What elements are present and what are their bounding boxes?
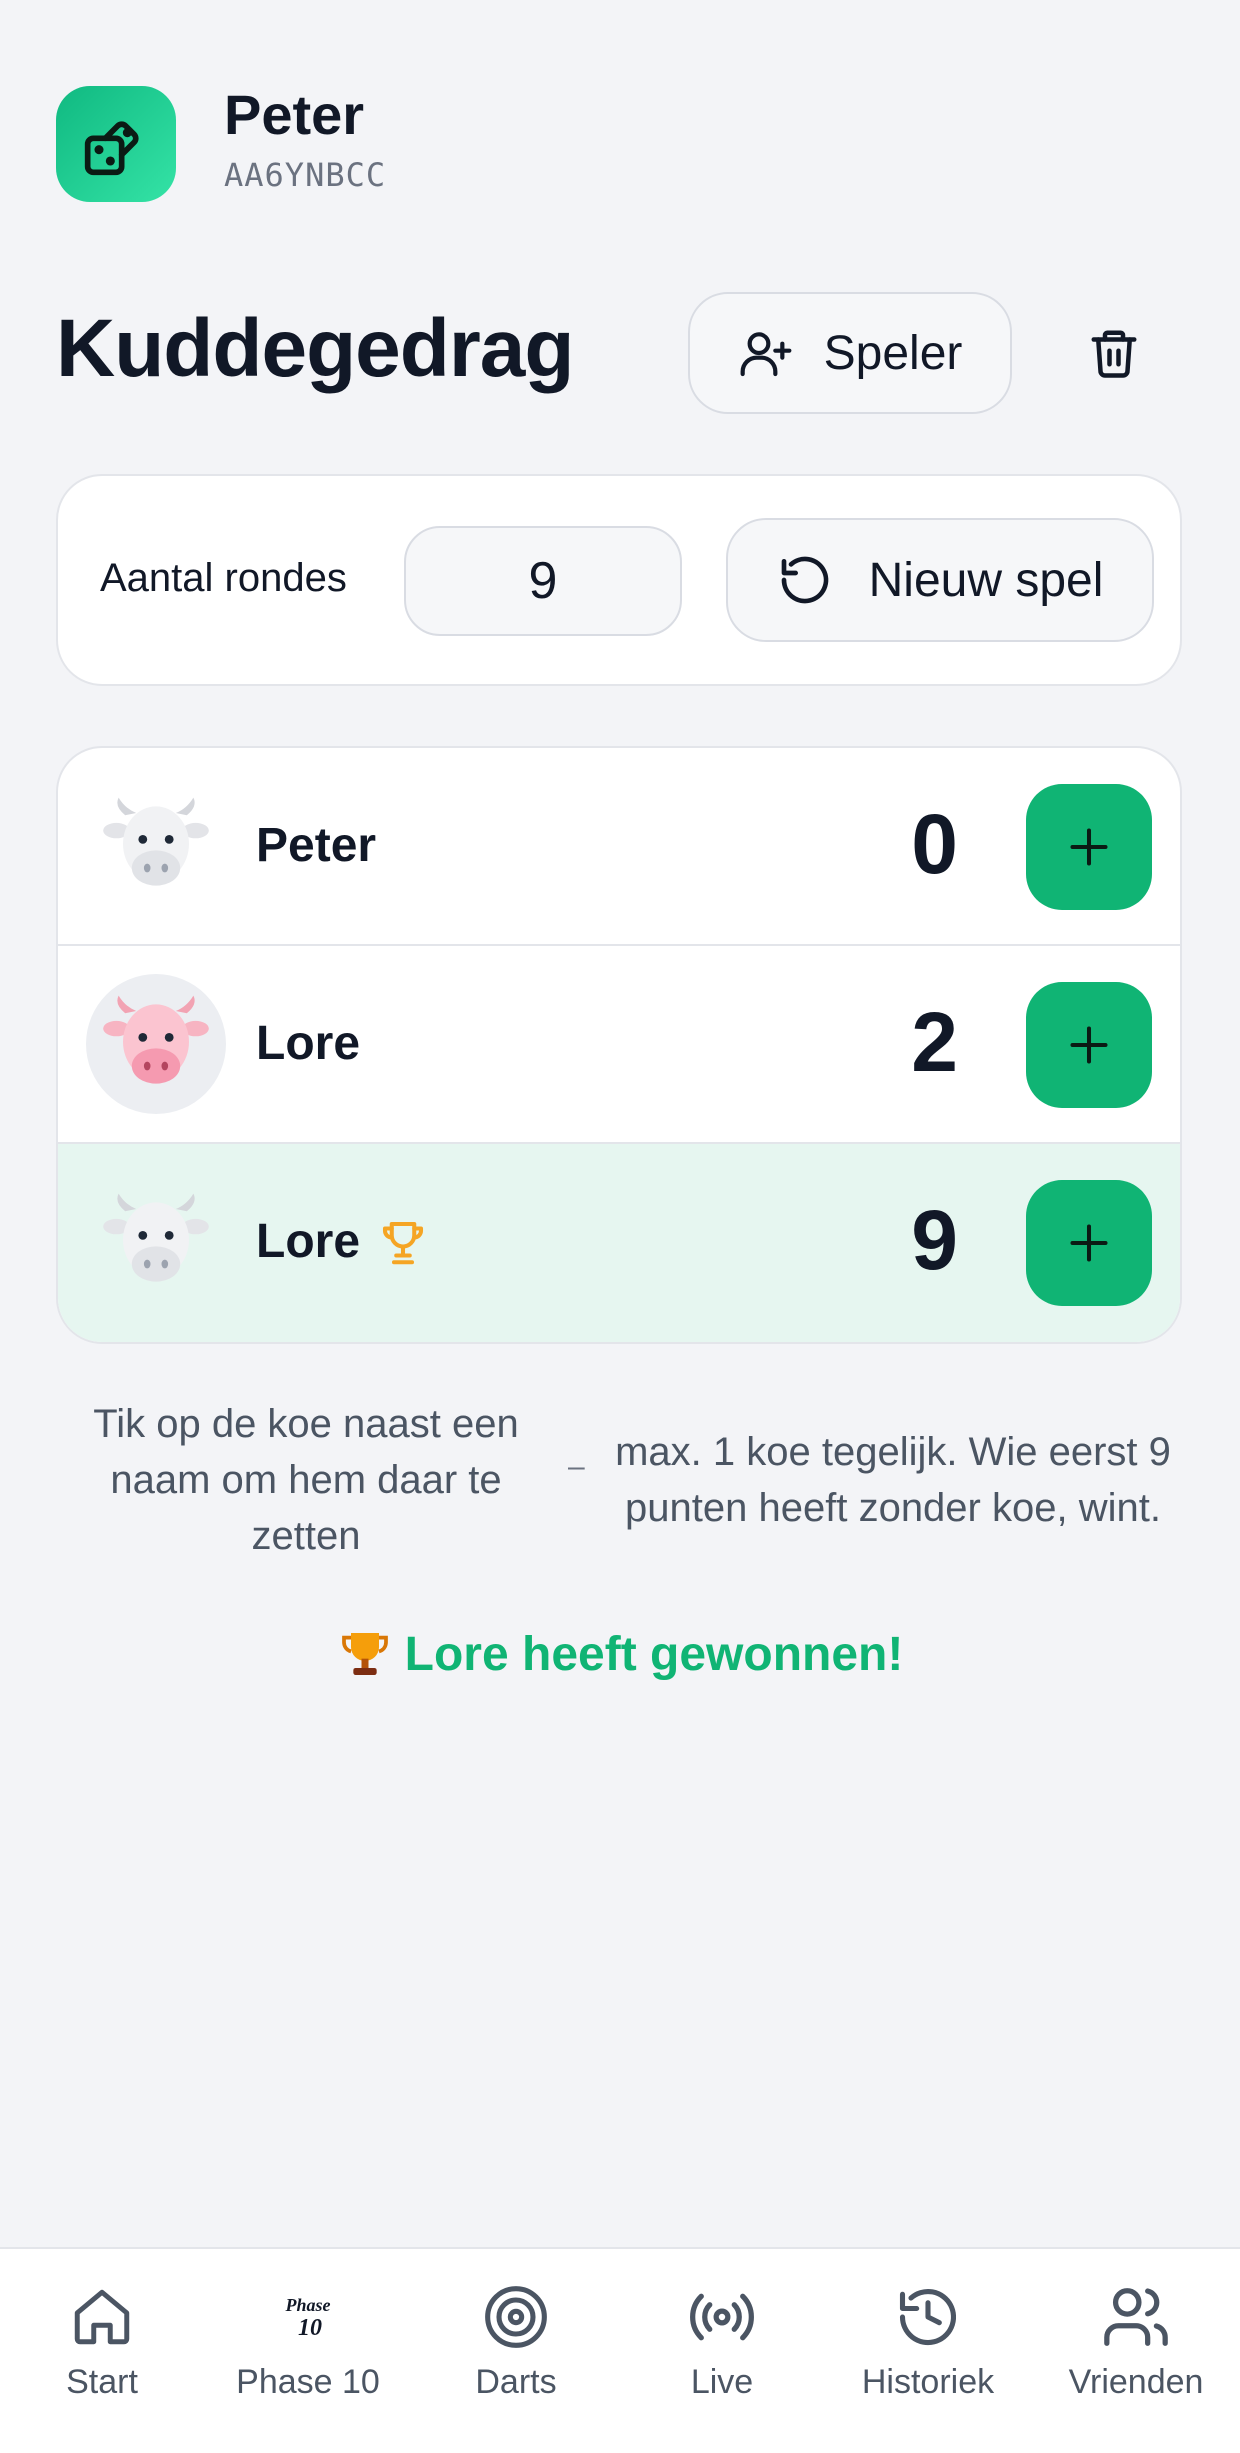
nav-label: Darts bbox=[475, 2363, 557, 2401]
player-name: Lore bbox=[256, 1017, 361, 1070]
hint-text: Tik op de koe naast een naam om hem daar… bbox=[93, 1402, 519, 1558]
broadcast-icon bbox=[684, 2279, 760, 2355]
cow-toggle-button[interactable] bbox=[86, 776, 226, 916]
nav-label: Live bbox=[690, 2363, 754, 2401]
user-name: Peter bbox=[224, 83, 365, 146]
nav-item-historiek[interactable]: Historiek bbox=[828, 2279, 1028, 2402]
add-player-button[interactable]: Speler bbox=[688, 292, 1012, 414]
svg-text:Phase: Phase bbox=[285, 2295, 331, 2315]
nav-item-phase10[interactable]: Phase 10 Phase 10 bbox=[208, 2279, 408, 2402]
trophy-icon bbox=[341, 1633, 388, 1675]
nav-label: Phase 10 bbox=[236, 2363, 380, 2401]
nav-item-live[interactable]: Live bbox=[622, 2279, 822, 2402]
add-point-button[interactable] bbox=[1026, 1180, 1152, 1306]
players-list: Peter 0 Lore 2 Lore 9 bbox=[56, 746, 1182, 1344]
add-point-button[interactable] bbox=[1026, 982, 1152, 1108]
plus-icon bbox=[1070, 1224, 1108, 1262]
nav-item-darts[interactable]: Darts bbox=[416, 2279, 616, 2402]
bottom-nav: Start Phase 10 Phase 10 Darts Live Histo… bbox=[0, 2247, 1240, 2453]
app-logo bbox=[56, 86, 176, 202]
player-row-winner: Lore 9 bbox=[58, 1144, 1180, 1342]
history-icon bbox=[890, 2279, 966, 2355]
white-cow-icon bbox=[103, 1193, 209, 1282]
svg-text:10: 10 bbox=[298, 2315, 322, 2341]
nav-label: Vrienden bbox=[1068, 2363, 1204, 2401]
target-icon bbox=[478, 2279, 554, 2355]
new-game-label: Nieuw spel bbox=[868, 553, 1104, 607]
new-game-button[interactable]: Nieuw spel bbox=[726, 518, 1154, 642]
hint-separator: – bbox=[568, 1450, 585, 1483]
delete-game-button[interactable] bbox=[1074, 318, 1154, 388]
plus-icon bbox=[1070, 828, 1108, 866]
add-point-button[interactable] bbox=[1026, 784, 1152, 910]
white-cow-icon bbox=[103, 797, 209, 886]
trophy-icon bbox=[382, 1221, 424, 1264]
cow-toggle-button[interactable] bbox=[86, 974, 226, 1114]
player-row: Lore 2 bbox=[58, 946, 1180, 1144]
rounds-label: Aantal rondes bbox=[100, 556, 347, 600]
winner-message: Lore heeft gewonnen! bbox=[0, 1626, 1240, 1682]
player-score: 0 bbox=[911, 797, 958, 891]
player-row: Peter 0 bbox=[58, 748, 1180, 946]
page-title: Kuddegedrag bbox=[56, 303, 574, 394]
rules-text: max. 1 koe tegelijk. Wie eerst 9 punten … bbox=[615, 1430, 1171, 1530]
nav-item-start[interactable]: Start bbox=[2, 2279, 202, 2402]
dice-icon bbox=[84, 121, 139, 176]
plus-icon bbox=[1070, 1026, 1108, 1064]
cow-toggle-button[interactable] bbox=[86, 1172, 226, 1312]
pink-cow-icon bbox=[103, 995, 209, 1084]
restart-icon bbox=[781, 556, 828, 604]
player-name: Peter bbox=[256, 819, 377, 872]
nav-label: Historiek bbox=[861, 2363, 995, 2401]
add-player-label: Speler bbox=[823, 326, 963, 380]
home-icon bbox=[64, 2279, 140, 2355]
trash-icon bbox=[1091, 330, 1137, 378]
nav-label: Start bbox=[66, 2363, 138, 2401]
user-plus-icon bbox=[740, 332, 792, 377]
player-score: 9 bbox=[911, 1193, 958, 1287]
user-code: AA6YNBCC bbox=[224, 156, 387, 194]
player-name: Lore bbox=[256, 1214, 430, 1269]
nav-item-vrienden[interactable]: Vrienden bbox=[1036, 2279, 1236, 2402]
phase10-logo-icon: Phase 10 bbox=[270, 2279, 346, 2355]
player-score: 2 bbox=[911, 995, 958, 1089]
users-icon bbox=[1098, 2279, 1174, 2355]
rounds-input[interactable] bbox=[404, 526, 682, 636]
winner-message-text: Lore heeft gewonnen! bbox=[404, 1627, 904, 1681]
